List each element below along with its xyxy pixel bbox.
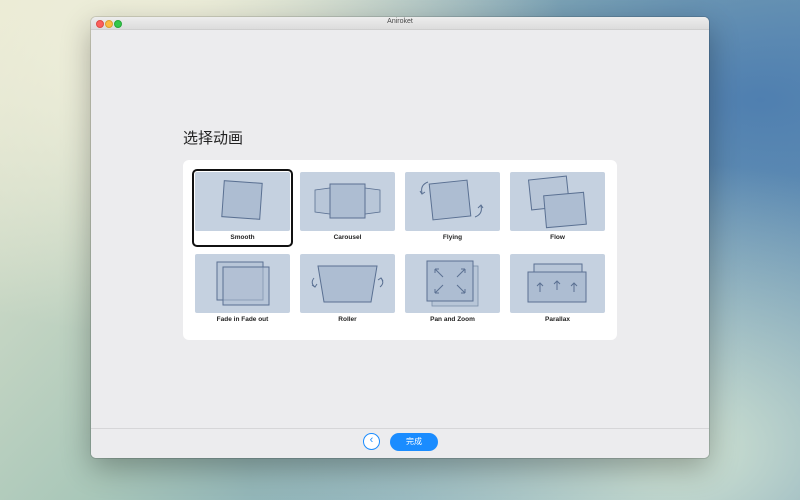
smooth-icon [195, 172, 290, 231]
roller-icon [300, 254, 395, 313]
app-window: Aniroket 选择动画 Smooth Carousel Flying Flo… [91, 17, 709, 458]
animation-option-flow[interactable]: Flow [510, 172, 605, 246]
pan-zoom-icon [405, 254, 500, 313]
animation-label: Pan and Zoom [430, 316, 475, 323]
carousel-icon [300, 172, 395, 231]
chevron-left-icon: ‹ [369, 434, 374, 446]
animation-option-carousel[interactable]: Carousel [300, 172, 395, 246]
flow-icon [510, 172, 605, 231]
animation-label: Fade in Fade out [216, 316, 269, 323]
animation-label: Smooth [230, 234, 255, 241]
fade-icon [195, 254, 290, 313]
animation-label: Flying [442, 234, 463, 241]
footer-bar: ‹ 完成 [91, 428, 709, 458]
animation-option-roller[interactable]: Roller [300, 254, 395, 328]
title-bar: Aniroket [91, 17, 709, 30]
animation-option-pan-zoom[interactable]: Pan and Zoom [405, 254, 500, 328]
done-button[interactable]: 完成 [390, 433, 438, 451]
parallax-icon [510, 254, 605, 313]
page-title: 选择动画 [183, 129, 244, 147]
animation-label: Flow [550, 234, 565, 241]
flying-icon [405, 172, 500, 231]
animation-option-fade[interactable]: Fade in Fade out [195, 254, 290, 328]
back-button[interactable]: ‹ [363, 433, 380, 450]
animation-option-smooth[interactable]: Smooth [192, 169, 293, 247]
window-title: Aniroket [387, 18, 413, 25]
animation-grid: Smooth Carousel Flying Flow Fade in Fade… [183, 160, 617, 340]
animation-option-flying[interactable]: Flying [405, 172, 500, 246]
animation-option-parallax[interactable]: Parallax [510, 254, 605, 328]
animation-label: Carousel [333, 234, 362, 241]
animation-label: Parallax [545, 316, 570, 323]
animation-label: Roller [338, 316, 357, 323]
